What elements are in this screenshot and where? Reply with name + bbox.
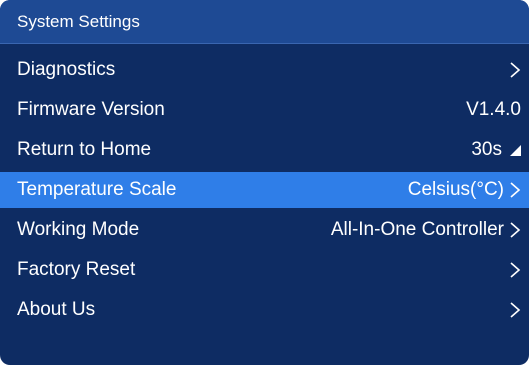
chevron-right-icon bbox=[509, 261, 521, 279]
menu-item-firmware-version[interactable]: Firmware Version V1.4.0 bbox=[0, 92, 529, 128]
menu-item-label: Diagnostics bbox=[17, 59, 116, 80]
menu-item-right: 30s bbox=[471, 132, 521, 168]
menu-item-right bbox=[509, 252, 521, 288]
menu-item-label: Temperature Scale bbox=[17, 179, 177, 200]
menu-item-label: Return to Home bbox=[17, 139, 152, 160]
menu-item-right: Celsius(°C) bbox=[408, 172, 521, 208]
menu-item-label: Factory Reset bbox=[17, 259, 136, 280]
firmware-version-value: V1.4.0 bbox=[466, 99, 521, 120]
page-title: System Settings bbox=[17, 12, 140, 31]
menu-item-right bbox=[509, 52, 521, 88]
title-bar: System Settings bbox=[0, 0, 529, 44]
menu-item-right: All-In-One Controller bbox=[331, 212, 521, 248]
settings-menu: Diagnostics Firmware Version V1.4.0 Retu… bbox=[0, 52, 529, 332]
menu-item-temperature-scale[interactable]: Temperature Scale Celsius(°C) bbox=[0, 172, 529, 208]
menu-item-factory-reset[interactable]: Factory Reset bbox=[0, 252, 529, 288]
menu-item-label: Working Mode bbox=[17, 219, 140, 240]
settings-screen: System Settings Diagnostics Firmware Ver… bbox=[0, 0, 529, 365]
menu-item-working-mode[interactable]: Working Mode All-In-One Controller bbox=[0, 212, 529, 248]
chevron-right-icon bbox=[509, 221, 521, 239]
chevron-right-icon bbox=[509, 301, 521, 319]
menu-item-right bbox=[509, 292, 521, 328]
menu-item-about-us[interactable]: About Us bbox=[0, 292, 529, 328]
menu-item-diagnostics[interactable]: Diagnostics bbox=[0, 52, 529, 88]
menu-item-return-to-home[interactable]: Return to Home 30s bbox=[0, 132, 529, 168]
menu-item-label: Firmware Version bbox=[17, 99, 165, 120]
menu-item-label: About Us bbox=[17, 299, 96, 320]
chevron-right-icon bbox=[509, 181, 521, 199]
chevron-right-icon bbox=[509, 61, 521, 79]
triangle-icon bbox=[509, 144, 521, 156]
temperature-scale-value: Celsius(°C) bbox=[407, 179, 504, 200]
return-to-home-value: 30s bbox=[471, 139, 502, 160]
working-mode-value: All-In-One Controller bbox=[330, 219, 504, 240]
menu-item-right: V1.4.0 bbox=[466, 92, 521, 128]
